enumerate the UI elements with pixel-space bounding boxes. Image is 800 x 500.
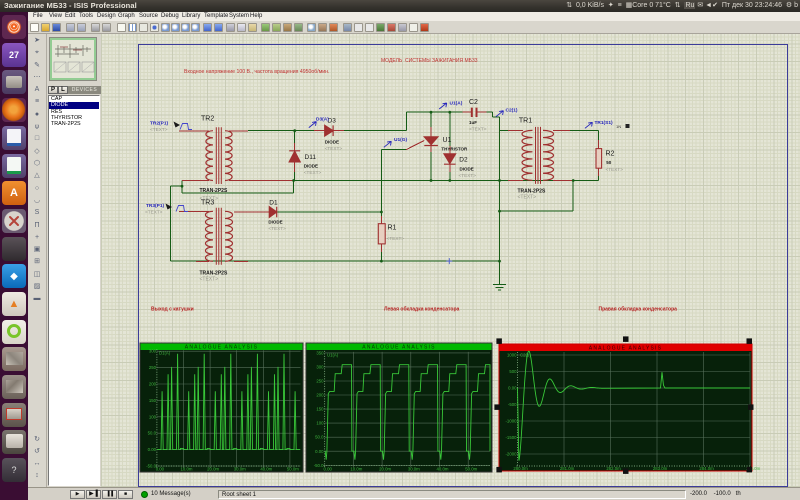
svg-text:150: 150 bbox=[149, 398, 157, 403]
svg-text:<TEXT>: <TEXT> bbox=[606, 167, 624, 172]
svg-text:Правая обкладка конденсатора: Правая обкладка конденсатора bbox=[599, 306, 678, 313]
svg-text:10.0m: 10.0m bbox=[181, 467, 193, 472]
svg-text:500: 500 bbox=[509, 369, 517, 374]
svg-text:0.00: 0.00 bbox=[148, 447, 157, 452]
svg-text:-2000: -2000 bbox=[506, 452, 518, 457]
svg-text:150: 150 bbox=[316, 407, 324, 412]
svg-text:DIODE: DIODE bbox=[304, 164, 318, 169]
svg-text:284.0m: 284.0m bbox=[699, 466, 714, 471]
svg-text:50: 50 bbox=[606, 160, 612, 165]
svg-text:U1(G): U1(G) bbox=[394, 137, 407, 143]
svg-text:0.00: 0.00 bbox=[508, 386, 517, 391]
svg-text:40.0m: 40.0m bbox=[437, 467, 449, 472]
svg-text:0.00: 0.00 bbox=[156, 467, 165, 472]
svg-text:ANALOGUE ANALYSIS: ANALOGUE ANALYSIS bbox=[362, 345, 435, 351]
svg-text:300: 300 bbox=[316, 364, 324, 369]
svg-text:50.0m: 50.0m bbox=[287, 467, 299, 472]
svg-text:TR3(P1): TR3(P1) bbox=[146, 203, 165, 209]
svg-text:0.00: 0.00 bbox=[315, 449, 324, 454]
svg-text:TRAN-2P2S: TRAN-2P2S bbox=[200, 270, 228, 276]
svg-text:МОДЕЛЬ СИСТЕМЫ ЗАЖИГАНИЯ МБ33: МОДЕЛЬ СИСТЕМЫ ЗАЖИГАНИЯ МБ33 bbox=[381, 58, 478, 64]
svg-text:250: 250 bbox=[149, 365, 157, 370]
svg-text:281.0m: 281.0m bbox=[560, 466, 575, 471]
svg-text:R2: R2 bbox=[606, 151, 615, 158]
svg-text:200: 200 bbox=[316, 393, 324, 398]
svg-text:50.0: 50.0 bbox=[315, 435, 324, 440]
svg-text:Выход с катушки: Выход с катушки bbox=[151, 307, 194, 313]
svg-text:100: 100 bbox=[316, 421, 324, 426]
svg-text:DIODE: DIODE bbox=[325, 140, 339, 145]
svg-text:TR2(P1): TR2(P1) bbox=[150, 121, 169, 127]
svg-text:ANALOGUE ANALYSIS: ANALOGUE ANALYSIS bbox=[185, 345, 258, 351]
svg-text:Левая обкладка конденсатора: Левая обкладка конденсатора bbox=[384, 306, 459, 313]
svg-text:10.0m: 10.0m bbox=[350, 467, 362, 472]
svg-text:D2: D2 bbox=[459, 157, 468, 164]
svg-text:30.0m: 30.0m bbox=[408, 467, 420, 472]
svg-text:D11: D11 bbox=[305, 154, 317, 161]
svg-text:250: 250 bbox=[316, 379, 324, 384]
svg-text:<TEXT>: <TEXT> bbox=[469, 126, 487, 131]
svg-text:<TEXT>: <TEXT> bbox=[325, 146, 343, 151]
svg-text:D1: D1 bbox=[269, 200, 278, 207]
svg-text:283.0m: 283.0m bbox=[653, 466, 668, 471]
svg-text:<TEXT>: <TEXT> bbox=[145, 209, 163, 214]
svg-text:ANALOGUE ANALYSIS: ANALOGUE ANALYSIS bbox=[589, 346, 662, 352]
svg-text:D3(A): D3(A) bbox=[316, 117, 329, 123]
svg-text:<TEXT>: <TEXT> bbox=[150, 127, 168, 132]
svg-text:50.0m: 50.0m bbox=[465, 467, 477, 472]
svg-text:282.0m: 282.0m bbox=[606, 466, 621, 471]
svg-text:TR1(S1): TR1(S1) bbox=[595, 120, 614, 126]
svg-text:<TEXT>: <TEXT> bbox=[459, 173, 477, 178]
svg-text:20.0m: 20.0m bbox=[207, 467, 219, 472]
svg-text:TR1: TR1 bbox=[519, 118, 532, 125]
svg-text:50.0: 50.0 bbox=[148, 431, 157, 436]
svg-text:DIODE: DIODE bbox=[460, 166, 474, 171]
svg-text:U1: U1 bbox=[443, 137, 452, 144]
svg-text:D1(A): D1(A) bbox=[159, 351, 171, 356]
svg-text:350: 350 bbox=[316, 350, 324, 355]
svg-text:280.0m: 280.0m bbox=[513, 466, 528, 471]
svg-text:-1000: -1000 bbox=[506, 419, 518, 424]
svg-text:<TEXT>: <TEXT> bbox=[268, 226, 286, 231]
svg-text:TR2: TR2 bbox=[201, 116, 214, 123]
svg-text:DIODE: DIODE bbox=[268, 220, 282, 225]
svg-text:1000: 1000 bbox=[507, 353, 517, 358]
svg-text:C2(1): C2(1) bbox=[506, 107, 518, 113]
svg-text:TR3: TR3 bbox=[201, 200, 214, 207]
svg-text:TRAN-2P2S: TRAN-2P2S bbox=[200, 188, 228, 194]
svg-text:40.0m: 40.0m bbox=[260, 467, 272, 472]
svg-text:U1(A): U1(A) bbox=[327, 353, 339, 358]
svg-text:C2: C2 bbox=[469, 99, 478, 106]
svg-text:-500: -500 bbox=[508, 402, 517, 407]
svg-text:R1: R1 bbox=[388, 225, 397, 232]
svg-text:0.00: 0.00 bbox=[324, 467, 333, 472]
svg-text:100: 100 bbox=[149, 414, 157, 419]
svg-text:THYRISTOR: THYRISTOR bbox=[441, 147, 468, 152]
svg-text:30.0m: 30.0m bbox=[234, 467, 246, 472]
svg-text:Входное напряжение 100 В., час: Входное напряжение 100 В., частота враще… bbox=[184, 69, 329, 75]
svg-text:<TEXT>: <TEXT> bbox=[518, 195, 537, 201]
svg-text:<TEXT>: <TEXT> bbox=[200, 277, 219, 283]
svg-text:<TEXT>: <TEXT> bbox=[304, 170, 322, 175]
svg-text:200: 200 bbox=[149, 382, 157, 387]
svg-text:1uF: 1uF bbox=[469, 120, 477, 125]
svg-text:20.0m: 20.0m bbox=[379, 467, 391, 472]
svg-text:U1(A): U1(A) bbox=[450, 100, 463, 106]
svg-text:<TEXT>: <TEXT> bbox=[387, 236, 405, 241]
svg-text:300: 300 bbox=[149, 349, 157, 354]
svg-text:1N: 1N bbox=[616, 124, 621, 129]
svg-text:TRAN-2P2S: TRAN-2P2S bbox=[518, 188, 546, 194]
svg-text:-1500: -1500 bbox=[506, 435, 518, 440]
svg-text:D3: D3 bbox=[328, 118, 337, 125]
